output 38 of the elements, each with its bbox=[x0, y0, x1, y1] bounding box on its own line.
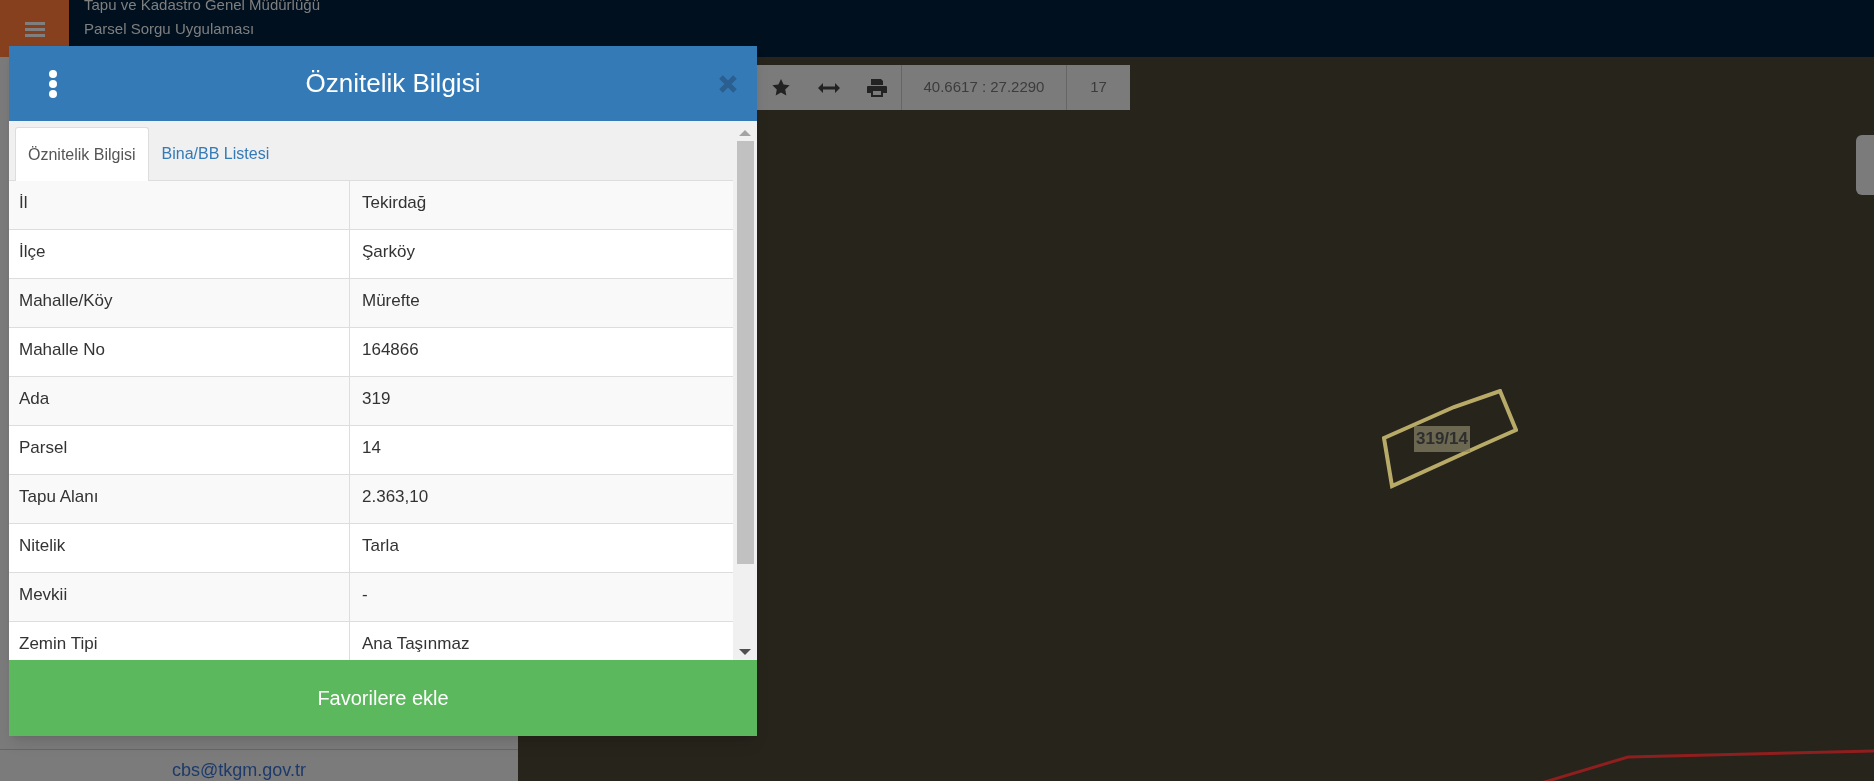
double-arrow-icon bbox=[818, 82, 840, 93]
attribute-label: Ada bbox=[9, 377, 350, 425]
tab[interactable]: Öznitelik Bilgisi bbox=[15, 127, 149, 182]
attribute-label: Parsel bbox=[9, 426, 350, 474]
scrollbar-thumb[interactable] bbox=[736, 141, 754, 564]
add-to-favorites-button[interactable]: Favorilere ekle bbox=[9, 660, 757, 736]
attribute-label: Mahalle No bbox=[9, 328, 350, 376]
attribute-value: - bbox=[361, 584, 369, 606]
attribute-label: Mahalle/Köy bbox=[9, 279, 350, 327]
coordinates-readout: 40.6617 : 27.2290 bbox=[922, 77, 1046, 98]
attribute-value: Mürefte bbox=[361, 290, 421, 312]
dialog-title: Öznitelik Bilgisi bbox=[304, 67, 482, 100]
scroll-up-icon bbox=[739, 130, 751, 136]
star-icon bbox=[772, 79, 790, 96]
scroll-handle[interactable] bbox=[1856, 135, 1874, 195]
attribute-label: İlçe bbox=[9, 230, 350, 278]
attribute-value: Ana Taşınmaz bbox=[361, 633, 471, 655]
close-icon bbox=[718, 73, 738, 94]
attribute-value: Tekirdağ bbox=[361, 192, 428, 214]
attribute-value: Tarla bbox=[361, 535, 400, 557]
tab[interactable]: Bina/BB Listesi bbox=[148, 127, 283, 181]
printer-icon bbox=[867, 78, 887, 97]
email-link[interactable]: cbs@tkgm.gov.tr bbox=[172, 757, 306, 781]
zoom-level: 17 bbox=[1089, 77, 1108, 98]
attribute-label: Nitelik bbox=[9, 524, 350, 572]
more-vertical-icon bbox=[48, 69, 58, 98]
parcel-label: 319/14 bbox=[1414, 426, 1470, 452]
attribute-value: 164866 bbox=[361, 339, 420, 361]
attribute-label: İl bbox=[9, 181, 350, 229]
attribute-label: Mevkii bbox=[9, 573, 350, 621]
attribute-label: Tapu Alanı bbox=[9, 475, 350, 523]
app-title: Parsel Sorgu Uygulaması bbox=[84, 19, 256, 39]
menu-icon bbox=[24, 20, 45, 37]
attribute-value: 319 bbox=[361, 388, 392, 410]
attribute-value: 14 bbox=[361, 437, 382, 459]
attribute-value: 2.363,10 bbox=[361, 486, 430, 508]
attribute-value: Şarköy bbox=[361, 241, 416, 263]
scroll-down-icon bbox=[739, 649, 751, 655]
